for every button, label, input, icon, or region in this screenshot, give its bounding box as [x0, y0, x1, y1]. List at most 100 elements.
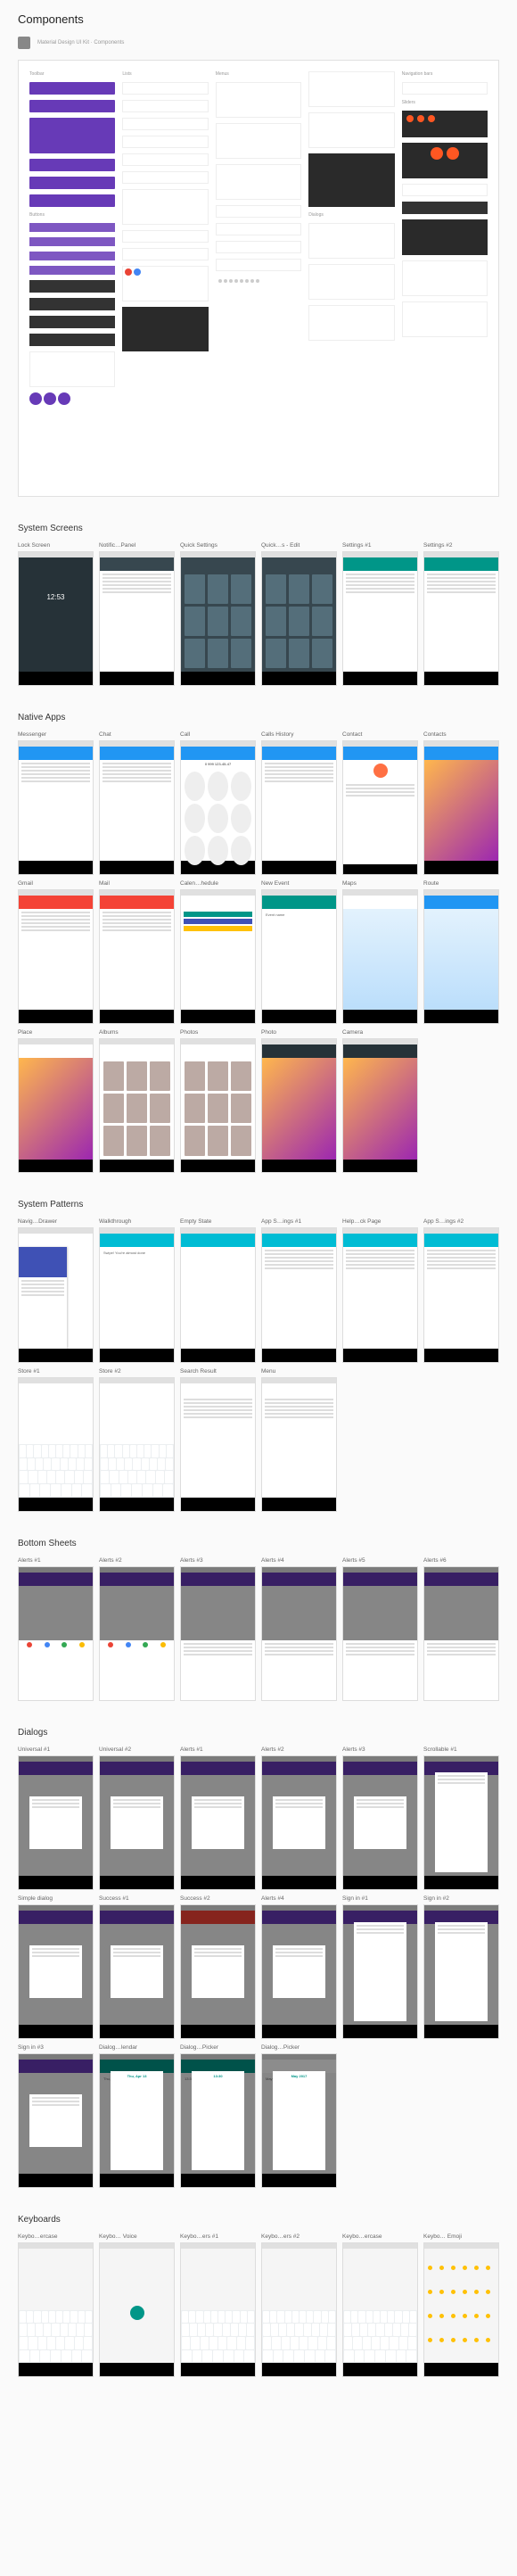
screen-thumbnail[interactable]: Alerts #3 [342, 1746, 418, 1890]
screen-thumbnail[interactable]: Photo [261, 1029, 337, 1173]
screen-thumbnail[interactable]: WalkthroughSwipe! You're almost done [99, 1218, 175, 1362]
screen-thumbnail[interactable]: Chat [99, 731, 175, 875]
thumbnail-label: Alerts #3 [180, 1557, 256, 1564]
thumbnail-label: Alerts #1 [180, 1746, 256, 1753]
mockup-frame [261, 1227, 337, 1362]
screen-thumbnail[interactable]: Sign in #3 [18, 2044, 94, 2188]
screen-thumbnail[interactable]: Dialog…PickerMay 2017May 2017 [261, 2044, 337, 2188]
screen-thumbnail[interactable]: Help…ck Page [342, 1218, 418, 1362]
mockup-frame [261, 1038, 337, 1173]
section-keyboards: Keyboards Keybo…ercase Keybo… Voice Keybo…e… [0, 2215, 517, 2377]
screen-thumbnail[interactable]: Simple dialog [18, 1895, 94, 2039]
page-title: Components [0, 0, 517, 33]
screen-thumbnail[interactable]: Sign in #1 [342, 1895, 418, 2039]
thumbnail-label: Empty State [180, 1218, 256, 1225]
screen-thumbnail[interactable]: Route [423, 880, 499, 1024]
screen-thumbnail[interactable]: Calen…hedule [180, 880, 256, 1024]
mockup-frame [423, 1566, 499, 1701]
screen-thumbnail[interactable]: Albums [99, 1029, 175, 1173]
screen-thumbnail[interactable]: Mail [99, 880, 175, 1024]
screen-thumbnail[interactable]: Navig…Drawer [18, 1218, 94, 1362]
mockup-frame [99, 1377, 175, 1512]
screen-thumbnail[interactable]: Dialog…lendarThu, Apr 13Thu, Apr 13 [99, 2044, 175, 2188]
screen-thumbnail[interactable]: New EventEvent name [261, 880, 337, 1024]
screen-thumbnail[interactable]: Place [18, 1029, 94, 1173]
screen-thumbnail[interactable]: Contacts [423, 731, 499, 875]
screen-thumbnail[interactable]: Universal #2 [99, 1746, 175, 1890]
screen-thumbnail[interactable]: Success #2 [180, 1895, 256, 2039]
thumbnail-label: Search Result [180, 1368, 256, 1375]
screen-thumbnail[interactable]: Camera [342, 1029, 418, 1173]
screen-thumbnail[interactable]: Lock Screen12:53 [18, 542, 94, 686]
mockup-frame [261, 1904, 337, 2039]
screen-thumbnail[interactable]: Keybo…ercase [18, 2233, 94, 2377]
thumbnail-label: Walkthrough [99, 1218, 175, 1225]
mockup-frame [423, 551, 499, 686]
mockup-frame [342, 2242, 418, 2377]
screen-thumbnail[interactable]: Store #1 [18, 1368, 94, 1512]
mockup-frame [180, 1904, 256, 2039]
screen-thumbnail[interactable]: Alerts #6 [423, 1557, 499, 1701]
screen-thumbnail[interactable]: Alerts #5 [342, 1557, 418, 1701]
mockup-frame [180, 1227, 256, 1362]
thumbnail-label: Albums [99, 1029, 175, 1036]
screen-thumbnail[interactable]: Keybo… Voice [99, 2233, 175, 2377]
thumbnail-label: Settings #1 [342, 542, 418, 549]
mockup-frame [18, 1377, 94, 1512]
components-artboard[interactable]: Toolbar Buttons Lists Menus Dialogs [18, 60, 499, 497]
section-dialogs: DialogsUniversal #1Universal #2Alerts #1… [0, 1728, 517, 2188]
screen-thumbnail[interactable]: Quick…s - Edit [261, 542, 337, 686]
screen-thumbnail[interactable]: Quick Settings [180, 542, 256, 686]
screen-thumbnail[interactable]: Empty State [180, 1218, 256, 1362]
mockup-frame [180, 2242, 256, 2377]
screen-thumbnail[interactable]: Keybo… Emoji [423, 2233, 499, 2377]
screen-thumbnail[interactable]: Keybo…ers #2 [261, 2233, 337, 2377]
screen-thumbnail[interactable]: Alerts #2 [99, 1557, 175, 1701]
thumbnail-label: Store #1 [18, 1368, 94, 1375]
screen-thumbnail[interactable]: Universal #1 [18, 1746, 94, 1890]
screen-thumbnail[interactable]: Alerts #4 [261, 1557, 337, 1701]
screen-thumbnail[interactable]: Settings #1 [342, 542, 418, 686]
mockup-frame [342, 551, 418, 686]
screen-thumbnail[interactable]: Dialog…Picker13:3013:30 [180, 2044, 256, 2188]
screen-thumbnail[interactable]: Photos [180, 1029, 256, 1173]
screen-thumbnail[interactable]: Alerts #4 [261, 1895, 337, 2039]
screen-thumbnail[interactable]: Calls History [261, 731, 337, 875]
screen-thumbnail[interactable]: Alerts #1 [18, 1557, 94, 1701]
screen-thumbnail[interactable]: Settings #2 [423, 542, 499, 686]
screen-thumbnail[interactable]: App S…ings #2 [423, 1218, 499, 1362]
screen-thumbnail[interactable]: Alerts #1 [180, 1746, 256, 1890]
thumbnail-label: Scrollable #1 [423, 1746, 499, 1753]
section-title: Keyboards [18, 2215, 499, 2225]
mockup-frame [18, 740, 94, 875]
screen-thumbnail[interactable]: Gmail [18, 880, 94, 1024]
screen-thumbnail[interactable]: Alerts #2 [261, 1746, 337, 1890]
screen-thumbnail[interactable]: Keybo…ers #1 [180, 2233, 256, 2377]
screen-thumbnail[interactable]: Search Result [180, 1368, 256, 1512]
screen-thumbnail[interactable]: Scrollable #1 [423, 1746, 499, 1890]
screen-thumbnail[interactable]: Contact [342, 731, 418, 875]
thumbnail-label: Keybo…ers #1 [180, 2233, 256, 2240]
mockup-frame [342, 1755, 418, 1890]
mockup-frame [423, 2242, 499, 2377]
thumbnail-label: Place [18, 1029, 94, 1036]
thumbnail-label: Alerts #1 [18, 1557, 94, 1564]
thumbnail-label: Calen…hedule [180, 880, 256, 887]
screen-thumbnail[interactable]: Success #1 [99, 1895, 175, 2039]
screen-thumbnail[interactable]: Keybo…ercase [342, 2233, 418, 2377]
mockup-frame [180, 1038, 256, 1173]
mockup-frame: Thu, Apr 13Thu, Apr 13 [99, 2053, 175, 2188]
screen-thumbnail[interactable]: Menu [261, 1368, 337, 1512]
screen-thumbnail[interactable]: Alerts #3 [180, 1557, 256, 1701]
screen-thumbnail[interactable]: Store #2 [99, 1368, 175, 1512]
screen-thumbnail[interactable]: Sign in #2 [423, 1895, 499, 2039]
thumbnail-label: App S…ings #1 [261, 1218, 337, 1225]
screen-thumbnail[interactable]: App S…ings #1 [261, 1218, 337, 1362]
mockup-frame: 13:3013:30 [180, 2053, 256, 2188]
thumbnail-label: Keybo… Voice [99, 2233, 175, 2240]
thumbnail-label: Settings #2 [423, 542, 499, 549]
screen-thumbnail[interactable]: Messenger [18, 731, 94, 875]
screen-thumbnail[interactable]: Call0 999 123-45-47 [180, 731, 256, 875]
screen-thumbnail[interactable]: Notific…Panel [99, 542, 175, 686]
screen-thumbnail[interactable]: Maps [342, 880, 418, 1024]
